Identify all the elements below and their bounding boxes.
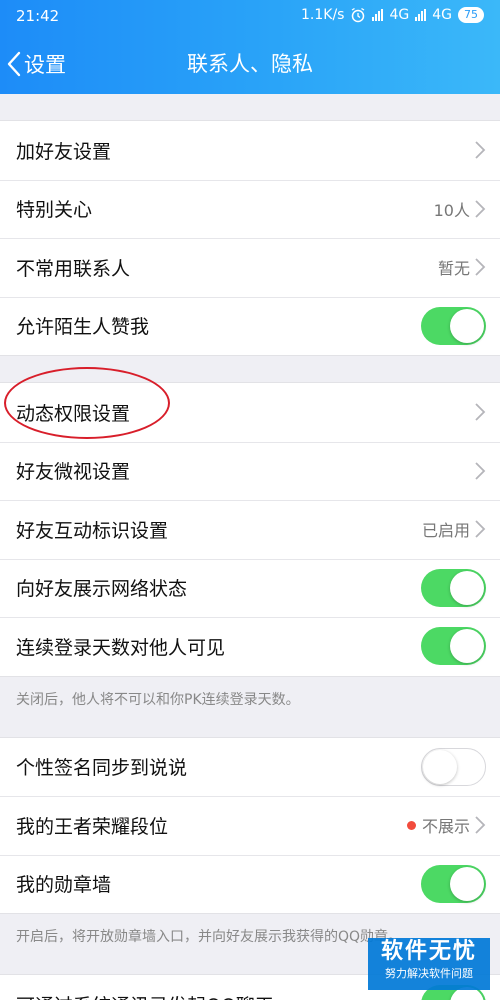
page-title: 联系人、隐私 xyxy=(187,52,313,76)
settings-row-value-text: 10人 xyxy=(433,200,470,220)
battery-icon: 75 xyxy=(458,7,484,23)
network-speed: 1.1K/s xyxy=(301,7,345,23)
settings-row-label: 可通过系统通讯录发起QQ聊天 xyxy=(16,991,421,1000)
red-dot-badge xyxy=(406,820,416,830)
settings-row[interactable]: 我的勋章墙 xyxy=(0,854,500,914)
signal-icon-2 xyxy=(415,9,427,21)
settings-row[interactable]: 好友微视设置 xyxy=(0,441,500,501)
settings-row-label: 个性签名同步到说说 xyxy=(16,757,188,780)
status-time: 21:42 xyxy=(16,7,60,25)
settings-row-label: 好友微视设置 xyxy=(16,461,131,484)
toggle-switch[interactable] xyxy=(421,864,486,903)
settings-row[interactable]: 允许陌生人赞我 xyxy=(0,296,500,356)
settings-row-label: 我的王者荣耀段位 xyxy=(16,815,169,838)
settings-row[interactable]: 我的王者荣耀段位 不展示 xyxy=(0,796,500,855)
toggle-switch[interactable] xyxy=(421,627,486,666)
nav-bar: 设置 联系人、隐私 xyxy=(0,34,500,92)
chevron-right-icon xyxy=(475,462,486,480)
settings-row[interactable]: 动态权限设置 xyxy=(0,383,500,442)
settings-row[interactable]: 不常用联系人 暂无 xyxy=(0,238,500,297)
watermark-logo: 软件无忧 努力解决软件问题 xyxy=(368,938,490,990)
settings-row-label: 允许陌生人赞我 xyxy=(16,316,150,339)
chevron-right-icon xyxy=(475,258,486,276)
settings-row[interactable]: 连续登录天数对他人可见 xyxy=(0,617,500,676)
settings-row-value: 暂无 xyxy=(438,255,470,279)
chevron-right-icon xyxy=(475,816,486,834)
watermark-title: 软件无忧 xyxy=(380,939,477,964)
toggle-knob xyxy=(450,570,484,605)
status-bar: 21:42 1.1K/s 4G 4G 75 xyxy=(0,0,500,32)
settings-row-value: 已启用 xyxy=(422,517,470,541)
settings-row[interactable]: 加好友设置 xyxy=(0,121,500,180)
network-type-1: 4G xyxy=(389,7,410,23)
settings-row-label: 动态权限设置 xyxy=(16,402,131,425)
settings-row-label: 我的勋章墙 xyxy=(16,874,112,897)
settings-group-contacts: 加好友设置特别关心 10人不常用联系人 暂无允许陌生人赞我 xyxy=(0,120,500,356)
settings-row-label: 向好友展示网络状态 xyxy=(16,578,188,601)
settings-row-label: 连续登录天数对他人可见 xyxy=(16,636,226,659)
app-header: 21:42 1.1K/s 4G 4G 75 设置 联系人、隐私 xyxy=(0,0,500,94)
alarm-icon xyxy=(352,7,365,23)
chevron-right-icon xyxy=(475,200,486,218)
settings-row-value-text: 暂无 xyxy=(437,259,470,279)
toggle-switch[interactable] xyxy=(421,747,486,786)
settings-content: 加好友设置特别关心 10人不常用联系人 暂无允许陌生人赞我 动态权限设置 好友微视设置… xyxy=(0,94,500,1000)
toggle-knob xyxy=(423,749,457,784)
settings-row[interactable]: 特别关心 10人 xyxy=(0,179,500,239)
settings-row[interactable]: 向好友展示网络状态 xyxy=(0,558,500,618)
settings-row-label: 好友互动标识设置 xyxy=(16,519,169,542)
signal-icon xyxy=(372,9,384,21)
watermark-subtitle: 努力解决软件问题 xyxy=(385,967,473,980)
chevron-right-icon xyxy=(475,403,486,421)
settings-row-label: 特别关心 xyxy=(16,199,93,222)
settings-row-label: 不常用联系人 xyxy=(16,257,131,280)
toggle-switch[interactable] xyxy=(421,568,486,607)
chevron-right-icon xyxy=(475,520,486,538)
toggle-switch[interactable] xyxy=(421,306,486,345)
settings-row-value: 10人 xyxy=(434,197,470,221)
status-icons: 1.1K/s 4G 4G 75 xyxy=(301,7,484,23)
settings-row-value: 不展示 xyxy=(406,813,470,837)
section-note-login-days: 关闭后，他人将不可以和你PK连续登录天数。 xyxy=(16,691,300,708)
settings-row[interactable]: 好友互动标识设置 已启用 xyxy=(0,500,500,559)
network-type-2: 4G xyxy=(432,7,452,23)
toggle-knob xyxy=(450,866,484,901)
settings-group-permissions: 动态权限设置 好友微视设置好友互动标识设置 已启用向好友展示网络状态连续登录天数对他… xyxy=(0,382,500,677)
settings-row[interactable]: 个性签名同步到说说 xyxy=(0,738,500,797)
chevron-right-icon xyxy=(475,141,486,159)
settings-row-value-text: 已启用 xyxy=(421,521,470,541)
toggle-knob xyxy=(450,308,484,343)
toggle-knob xyxy=(450,629,484,664)
settings-row-value-text: 不展示 xyxy=(421,817,470,837)
settings-group-profile: 个性签名同步到说说 我的王者荣耀段位 不展示我的勋章墙 xyxy=(0,736,500,914)
settings-row-label: 加好友设置 xyxy=(16,140,112,163)
